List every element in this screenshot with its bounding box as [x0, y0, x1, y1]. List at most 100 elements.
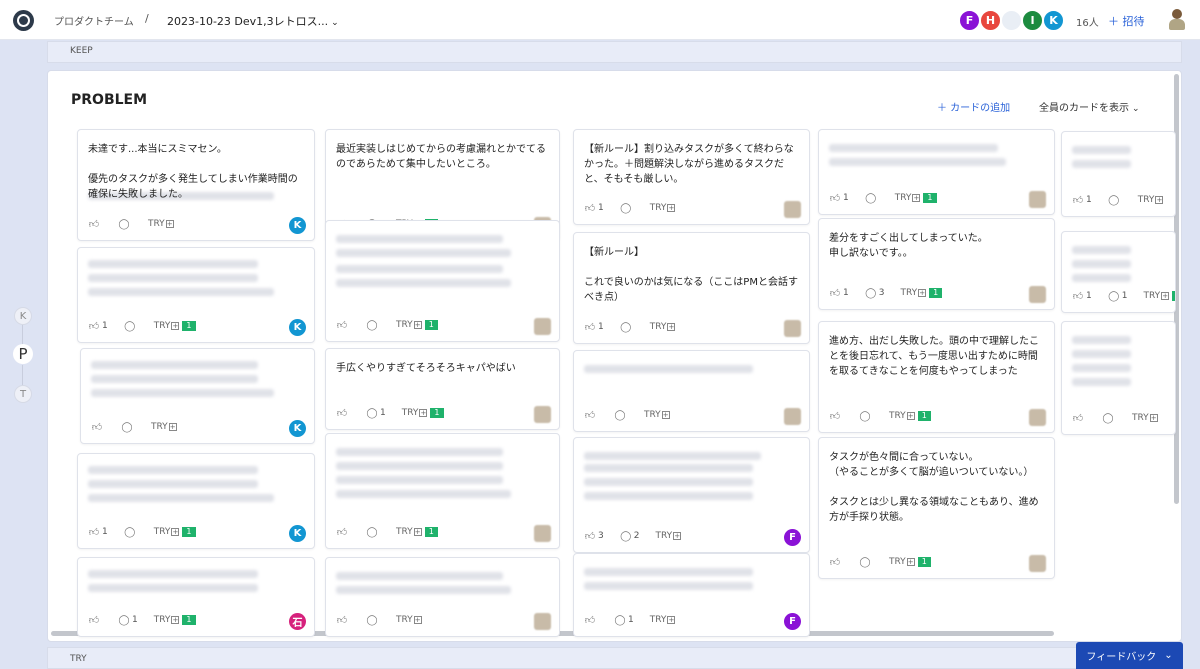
like-button[interactable]: 👍︎	[88, 218, 102, 230]
like-button[interactable]: 👍︎ 1	[584, 202, 604, 214]
nav-keep[interactable]: K	[14, 307, 32, 325]
comment-button[interactable]: ◯	[124, 527, 138, 538]
user-avatar[interactable]	[1168, 9, 1186, 31]
comment-button[interactable]: ◯	[620, 203, 634, 214]
like-button[interactable]: 👍︎	[829, 410, 843, 422]
author-avatar[interactable]: F	[784, 529, 801, 546]
try-link-button[interactable]: TRY+1	[154, 615, 196, 625]
comment-button[interactable]: ◯ 1	[118, 615, 137, 626]
problem-card[interactable]: 👍︎ ◯ TRY +	[573, 350, 810, 432]
problem-card[interactable]: 👍︎ 3 ◯ 2 TRY + F	[573, 437, 810, 553]
try-link-button[interactable]: TRY +	[655, 531, 682, 541]
members-count[interactable]: 16人	[1076, 14, 1099, 29]
author-avatar[interactable]: K	[289, 217, 306, 234]
comment-button[interactable]: ◯	[865, 193, 879, 204]
comment-button[interactable]: ◯	[118, 219, 132, 230]
problem-card[interactable]: 👍︎ 1 ◯ TRY +1	[818, 129, 1055, 215]
comment-button[interactable]: ◯	[859, 411, 873, 422]
author-avatar[interactable]: F	[784, 613, 801, 630]
try-link-button[interactable]: TRY+1	[154, 321, 196, 331]
problem-card[interactable]: 👍︎ ◯ TRY +	[1061, 321, 1176, 435]
member-avatar[interactable]: I	[1021, 9, 1044, 32]
board-title[interactable]: 2023-10-23 Dev1,3レトロス... ⌄	[167, 13, 339, 29]
try-link-button[interactable]: TRY+1	[154, 527, 196, 537]
nav-try[interactable]: T	[14, 385, 32, 403]
like-button[interactable]: 👍︎	[336, 407, 350, 419]
problem-card[interactable]: 進め方、出だし失敗した。頭の中で理解したことを後日忘れて、もう一度思い出すために…	[818, 321, 1055, 433]
author-avatar[interactable]	[1029, 555, 1046, 572]
like-button[interactable]: 👍︎	[829, 556, 843, 568]
comment-button[interactable]: ◯ 1	[1108, 291, 1127, 302]
author-avatar[interactable]	[1029, 286, 1046, 303]
problem-card[interactable]: 👍︎1◯1TRY+1	[1061, 231, 1176, 313]
member-avatar[interactable]: H	[979, 9, 1002, 32]
comment-button[interactable]: ◯	[614, 410, 628, 421]
keep-section-bar[interactable]: KEEP	[47, 41, 1182, 63]
member-avatar[interactable]	[1000, 9, 1023, 32]
member-avatar[interactable]: K	[1042, 9, 1065, 32]
try-link-button[interactable]: TRY+1	[889, 557, 931, 567]
comment-button[interactable]: ◯	[859, 557, 873, 568]
like-button[interactable]: 👍︎	[336, 319, 350, 331]
try-link-button[interactable]: TRY +	[1132, 413, 1158, 423]
problem-card[interactable]: 👍︎ ◯ TRY +1	[325, 433, 560, 549]
app-logo-icon[interactable]	[13, 10, 34, 31]
problem-card[interactable]: 👍︎ ◯ 1 TRY + F	[573, 553, 810, 637]
try-link-button[interactable]: TRY +	[644, 410, 670, 420]
problem-card[interactable]: 👍︎ ◯ TRY + K	[80, 348, 315, 444]
nav-problem[interactable]: P	[13, 344, 33, 364]
author-avatar[interactable]	[1029, 409, 1046, 426]
like-button[interactable]: 👍︎	[584, 614, 598, 626]
like-button[interactable]: 👍︎	[88, 614, 102, 626]
like-button[interactable]: 👍︎	[336, 526, 350, 538]
author-avatar[interactable]	[534, 406, 551, 423]
problem-card[interactable]: 👍︎ ◯ TRY +1	[325, 220, 560, 342]
like-button[interactable]: 👍︎ 1	[1072, 194, 1092, 206]
try-link-button[interactable]: TRY+1	[396, 320, 438, 330]
invite-button[interactable]: ＋ 招待	[1108, 13, 1145, 29]
member-avatars[interactable]: FHIK	[958, 9, 1065, 32]
like-button[interactable]: 👍︎	[1072, 412, 1086, 424]
try-link-button[interactable]: TRY+1	[900, 288, 943, 298]
problem-card[interactable]: 👍︎ ◯ 1 TRY +1 石	[77, 557, 315, 637]
comment-button[interactable]: ◯	[366, 320, 380, 331]
like-button[interactable]: 👍︎	[91, 421, 105, 433]
like-button[interactable]: 👍︎ 1	[829, 192, 849, 204]
try-link-button[interactable]: TRY+1	[895, 193, 937, 203]
like-button[interactable]: 👍︎ 1	[829, 287, 849, 299]
problem-card[interactable]: 👍︎ 1 ◯ TRY +1 K	[77, 453, 315, 549]
like-button[interactable]: 👍︎ 3	[584, 530, 604, 542]
author-avatar[interactable]	[534, 525, 551, 542]
comment-button[interactable]: ◯	[1108, 195, 1122, 206]
problem-card[interactable]: 【新ルール】 これで良いのかは気になる（ここはPMと会話すべき点） 👍︎ 1 ◯ TRY…	[573, 232, 810, 344]
author-avatar[interactable]	[1029, 191, 1046, 208]
like-button[interactable]: 👍︎	[336, 614, 350, 626]
comment-button[interactable]: ◯	[620, 322, 634, 333]
author-avatar[interactable]	[784, 201, 801, 218]
problem-card[interactable]: 差分をすごく出してしまっていた。 申し訳ないです。。 👍︎ 1 ◯ 3 TRY +1	[818, 218, 1055, 310]
show-all-cards-dropdown[interactable]: 全員のカードを表示 ⌄	[1039, 99, 1140, 114]
try-link-button[interactable]: TRY+1	[396, 527, 438, 537]
like-button[interactable]: 👍︎ 1	[88, 526, 108, 538]
author-avatar[interactable]	[784, 408, 801, 425]
problem-card[interactable]: タスクが色々間に合っていない。 （やることが多くて脳が追いついていない。） タス…	[818, 437, 1055, 579]
comment-button[interactable]: ◯	[124, 321, 138, 332]
try-link-button[interactable]: TRY +	[396, 615, 422, 625]
author-avatar[interactable]: K	[289, 525, 306, 542]
problem-card[interactable]: 👍︎ 1 ◯ TRY +1 K	[77, 247, 315, 343]
author-avatar[interactable]	[534, 613, 551, 630]
author-avatar[interactable]: K	[289, 420, 306, 437]
try-link-button[interactable]: TRY +	[650, 615, 676, 625]
like-button[interactable]: 👍︎ 1	[88, 320, 108, 332]
comment-button[interactable]: ◯	[1102, 413, 1116, 424]
comment-button[interactable]: ◯ 1	[366, 408, 385, 419]
try-link-button[interactable]: TRY +	[650, 322, 676, 332]
author-avatar[interactable]: 石	[289, 613, 306, 630]
problem-card[interactable]: 手広くやりすぎてそろそろキャパやばい 👍︎ ◯ 1 TRY +1	[325, 348, 560, 430]
try-link-button[interactable]: TRY +	[148, 219, 174, 229]
try-link-button[interactable]: TRY +	[650, 203, 676, 213]
problem-card[interactable]: 未達です...本当にスミマセン。 優先のタスクが多く発生してしまい作業時間の確保…	[77, 129, 315, 241]
comment-button[interactable]: ◯ 2	[620, 531, 639, 542]
try-section-bar[interactable]: TRY	[47, 647, 1182, 669]
feedback-button[interactable]: フィードバック ⌄	[1076, 642, 1183, 669]
